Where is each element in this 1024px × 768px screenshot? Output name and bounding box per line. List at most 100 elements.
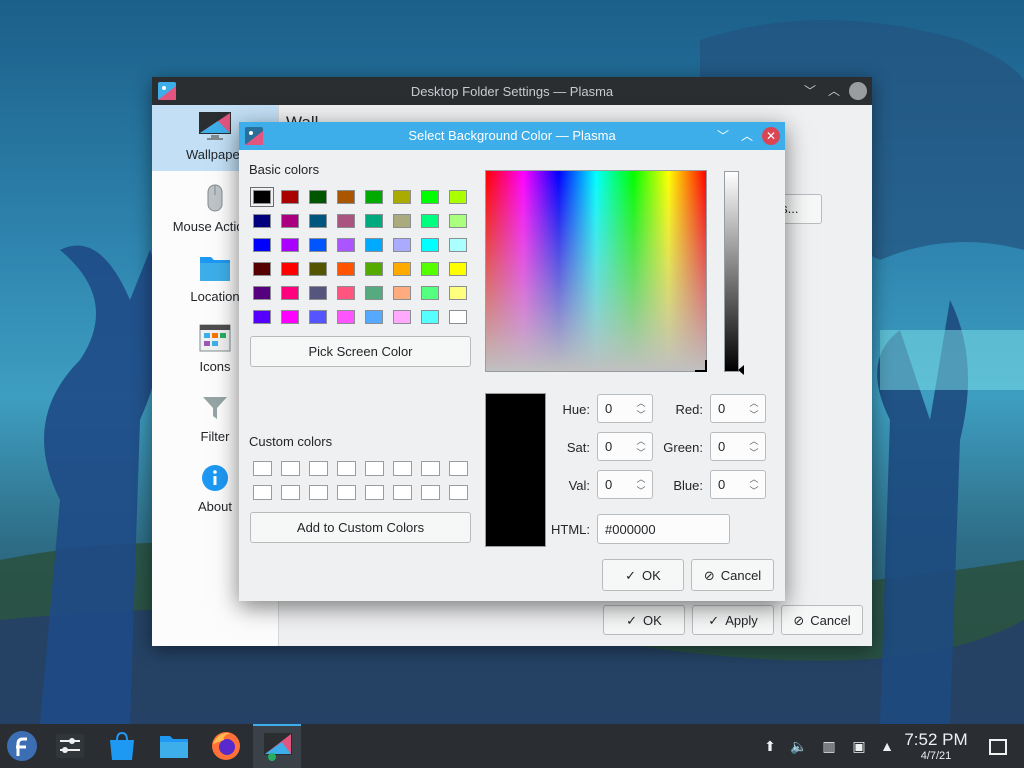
custom-color-slot[interactable] <box>393 485 412 500</box>
maximize-button[interactable]: ︿ <box>824 81 844 101</box>
basic-color-swatch[interactable] <box>449 214 467 228</box>
basic-color-swatch[interactable] <box>365 286 383 300</box>
discover-store-icon[interactable] <box>106 730 138 762</box>
basic-color-swatch[interactable] <box>365 190 383 204</box>
system-settings-icon[interactable] <box>54 730 86 762</box>
custom-color-slot[interactable] <box>421 461 440 476</box>
file-manager-icon[interactable] <box>158 730 190 762</box>
close-button[interactable]: ✕ <box>762 127 780 145</box>
spin-down-icon[interactable]: ﹀ <box>747 485 761 497</box>
basic-color-swatch[interactable] <box>253 262 271 276</box>
basic-color-swatch[interactable] <box>393 286 411 300</box>
basic-color-swatch[interactable] <box>449 310 467 324</box>
spin-up-icon[interactable]: ︿ <box>747 397 761 409</box>
spin-down-icon[interactable]: ﹀ <box>747 409 761 421</box>
volume-icon[interactable]: 🔈 <box>790 737 808 755</box>
spin-down-icon[interactable]: ﹀ <box>747 447 761 459</box>
basic-color-swatch[interactable] <box>421 310 439 324</box>
basic-color-swatch[interactable] <box>309 238 327 252</box>
basic-color-swatch[interactable] <box>393 190 411 204</box>
spin-up-icon[interactable]: ︿ <box>747 435 761 447</box>
network-icon[interactable]: ▣ <box>850 737 868 755</box>
show-desktop-icon[interactable] <box>989 739 1007 755</box>
maximize-button[interactable]: ︿ <box>737 126 757 146</box>
basic-color-swatch[interactable] <box>309 310 327 324</box>
custom-color-slot[interactable] <box>281 485 300 500</box>
basic-color-swatch[interactable] <box>393 214 411 228</box>
basic-color-swatch[interactable] <box>365 238 383 252</box>
tray-expand-icon[interactable]: ▲ <box>878 737 896 755</box>
basic-color-swatch[interactable] <box>337 262 355 276</box>
basic-color-swatch[interactable] <box>421 214 439 228</box>
ok-button[interactable]: ✓ OK <box>603 605 685 635</box>
basic-color-swatch[interactable] <box>253 238 271 252</box>
custom-color-slot[interactable] <box>365 461 384 476</box>
updates-icon[interactable]: ⬆ <box>761 737 779 755</box>
basic-color-swatch[interactable] <box>309 214 327 228</box>
hue-saturation-picker[interactable] <box>485 170 707 372</box>
basic-color-swatch[interactable] <box>449 190 467 204</box>
basic-color-swatch[interactable] <box>337 286 355 300</box>
basic-color-swatch[interactable] <box>421 190 439 204</box>
fedora-launcher-icon[interactable] <box>6 730 38 762</box>
basic-color-swatch[interactable] <box>337 310 355 324</box>
usb-device-icon[interactable]: ▥ <box>820 737 838 755</box>
red-spinbox[interactable]: 0 ︿ ﹀ <box>710 394 766 423</box>
add-to-custom-colors-button[interactable]: Add to Custom Colors <box>250 512 471 543</box>
basic-color-swatch[interactable] <box>337 190 355 204</box>
clock-date[interactable]: 4/7/21 <box>900 750 972 762</box>
custom-color-slot[interactable] <box>421 485 440 500</box>
custom-color-slot[interactable] <box>253 461 272 476</box>
basic-color-swatch[interactable] <box>449 286 467 300</box>
green-spinbox[interactable]: 0 ︿ ﹀ <box>710 432 766 461</box>
basic-color-swatch[interactable] <box>309 190 327 204</box>
dialog-titlebar[interactable]: Select Background Color — Plasma ﹀ ︿ ✕ <box>239 122 785 150</box>
custom-color-slot[interactable] <box>337 485 356 500</box>
basic-color-swatch[interactable] <box>281 310 299 324</box>
custom-color-slot[interactable] <box>309 485 328 500</box>
custom-color-slot[interactable] <box>337 461 356 476</box>
basic-color-swatch[interactable] <box>309 262 327 276</box>
picker-crosshair[interactable] <box>695 360 707 372</box>
custom-color-slot[interactable] <box>393 461 412 476</box>
blue-spinbox[interactable]: 0 ︿ ﹀ <box>710 470 766 499</box>
plasma-settings-task-icon[interactable] <box>262 730 294 762</box>
basic-color-swatch[interactable] <box>365 310 383 324</box>
basic-color-swatch[interactable] <box>393 310 411 324</box>
basic-color-swatch[interactable] <box>253 214 271 228</box>
basic-color-swatch[interactable] <box>421 238 439 252</box>
basic-color-swatch[interactable] <box>281 190 299 204</box>
minimize-button[interactable]: ﹀ <box>713 126 733 146</box>
basic-color-swatch[interactable] <box>449 238 467 252</box>
close-button[interactable] <box>849 82 867 100</box>
custom-color-slot[interactable] <box>309 461 328 476</box>
basic-color-swatch[interactable] <box>253 286 271 300</box>
custom-color-slot[interactable] <box>253 485 272 500</box>
basic-color-swatch[interactable] <box>421 262 439 276</box>
value-slider-handle[interactable] <box>738 365 744 375</box>
cancel-button[interactable]: ⊘ Cancel <box>781 605 863 635</box>
custom-color-slot[interactable] <box>449 461 468 476</box>
basic-color-swatch[interactable] <box>365 214 383 228</box>
basic-color-swatch[interactable] <box>250 187 274 207</box>
dialog-ok-button[interactable]: ✓ OK <box>602 559 684 591</box>
basic-color-swatch[interactable] <box>337 238 355 252</box>
pick-screen-color-button[interactable]: Pick Screen Color <box>250 336 471 367</box>
basic-color-swatch[interactable] <box>253 310 271 324</box>
basic-color-swatch[interactable] <box>309 286 327 300</box>
basic-color-swatch[interactable] <box>281 262 299 276</box>
basic-color-swatch[interactable] <box>365 262 383 276</box>
basic-color-swatch[interactable] <box>449 262 467 276</box>
custom-color-slot[interactable] <box>449 485 468 500</box>
firefox-icon[interactable] <box>210 730 242 762</box>
basic-color-swatch[interactable] <box>281 238 299 252</box>
clock-time[interactable]: 7:52 PM <box>900 730 972 750</box>
basic-color-swatch[interactable] <box>393 238 411 252</box>
custom-color-slot[interactable] <box>281 461 300 476</box>
window-titlebar[interactable]: Desktop Folder Settings — Plasma ﹀ ︿ <box>152 77 872 105</box>
basic-color-swatch[interactable] <box>281 214 299 228</box>
spin-up-icon[interactable]: ︿ <box>747 473 761 485</box>
basic-color-swatch[interactable] <box>281 286 299 300</box>
value-slider[interactable] <box>724 171 739 372</box>
custom-color-slot[interactable] <box>365 485 384 500</box>
